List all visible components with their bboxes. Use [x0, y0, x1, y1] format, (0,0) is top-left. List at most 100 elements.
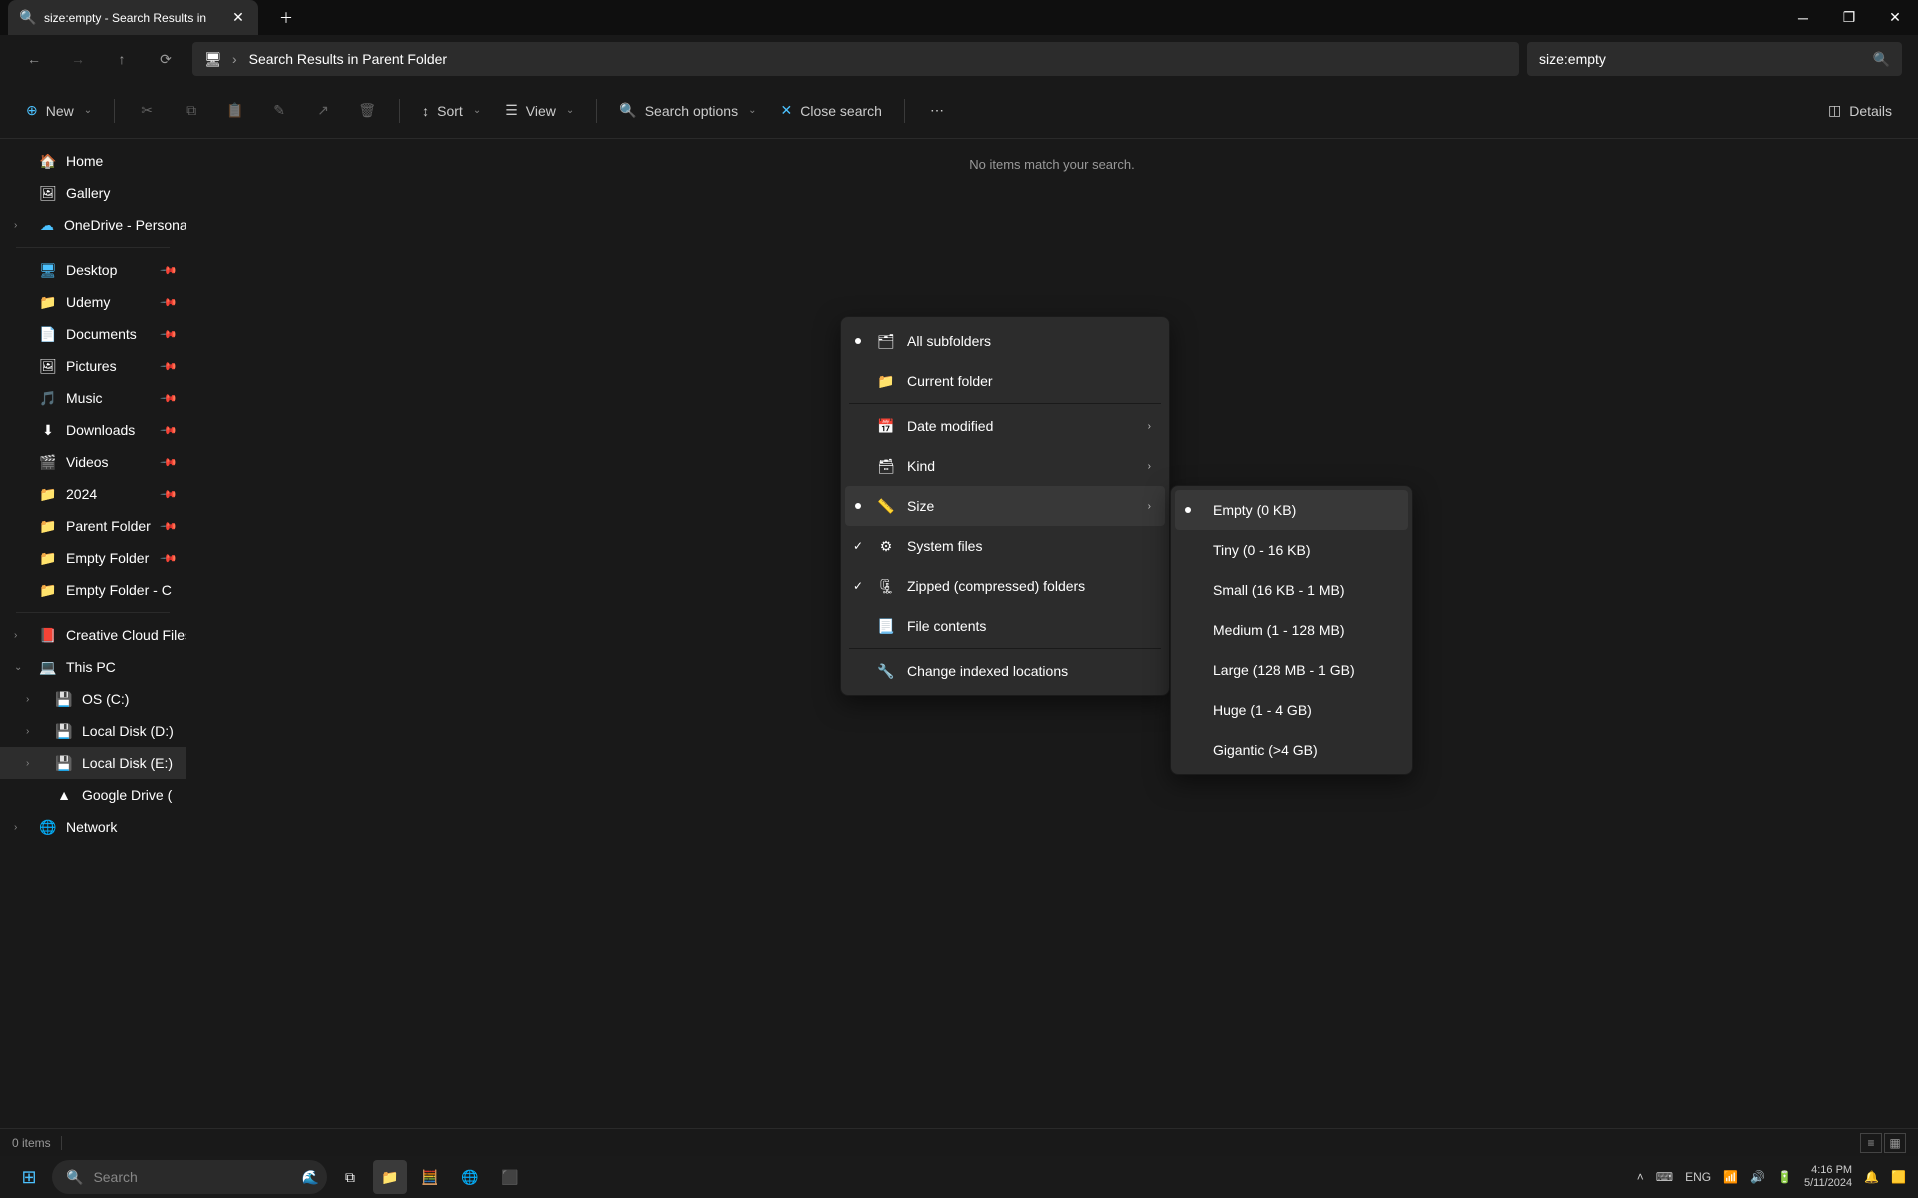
up-button[interactable]: ↑: [104, 41, 140, 77]
menu-item-size-small[interactable]: Small (16 KB - 1 MB): [1175, 570, 1408, 610]
paste-button[interactable]: 📋: [215, 93, 255, 129]
pin-icon[interactable]: 📌: [160, 389, 179, 408]
delete-button[interactable]: 🗑: [347, 93, 387, 129]
close-tab-button[interactable]: ✕: [230, 10, 246, 26]
search-box[interactable]: 🔍: [1527, 42, 1902, 76]
sidebar[interactable]: 🏠Home 🖼Gallery ›☁OneDrive - Personal 🖥De…: [0, 139, 186, 1128]
sidebar-item-local-disk-e[interactable]: ›💾Local Disk (E:): [0, 747, 186, 779]
pin-icon[interactable]: 📌: [160, 485, 179, 504]
volume-icon[interactable]: 🔊: [1750, 1170, 1765, 1184]
chevron-right-icon[interactable]: ›: [26, 726, 29, 737]
taskbar-search[interactable]: 🔍 Search 🌊: [52, 1160, 327, 1194]
battery-icon[interactable]: 🔋: [1777, 1170, 1792, 1184]
details-button[interactable]: ◫ Details: [1818, 93, 1902, 129]
minimize-button[interactable]: ─: [1780, 0, 1826, 35]
sidebar-item-desktop[interactable]: 🖥Desktop📌: [0, 254, 186, 286]
search-input[interactable]: [1539, 51, 1873, 67]
sidebar-item-this-pc[interactable]: ⌄💻This PC: [0, 651, 186, 683]
details-view-button[interactable]: ≡: [1860, 1133, 1882, 1153]
sidebar-item-parent-folder[interactable]: 📁Parent Folder📌: [0, 510, 186, 542]
more-button[interactable]: ⋯: [917, 93, 957, 129]
sidebar-item-home[interactable]: 🏠Home: [0, 145, 186, 177]
sidebar-item-gallery[interactable]: 🖼Gallery: [0, 177, 186, 209]
task-view-button[interactable]: ⧉: [333, 1160, 367, 1194]
pin-icon[interactable]: 📌: [160, 293, 179, 312]
chevron-right-icon[interactable]: ›: [14, 630, 17, 641]
chevron-right-icon[interactable]: ›: [14, 220, 17, 231]
menu-item-size-gigantic[interactable]: Gigantic (>4 GB): [1175, 730, 1408, 770]
rename-button[interactable]: ✎: [259, 93, 299, 129]
sidebar-item-documents[interactable]: 📄Documents📌: [0, 318, 186, 350]
copy-button[interactable]: ⧉: [171, 93, 211, 129]
pin-icon[interactable]: 📌: [160, 325, 179, 344]
sidebar-item-local-disk-d[interactable]: ›💾Local Disk (D:): [0, 715, 186, 747]
new-tab-button[interactable]: ＋: [270, 2, 302, 34]
search-options-button[interactable]: 🔍 Search options ⌄: [609, 93, 766, 129]
menu-item-kind[interactable]: 🗃Kind›: [845, 446, 1165, 486]
sidebar-item-2024[interactable]: 📁2024📌: [0, 478, 186, 510]
tray-chevron-icon[interactable]: ˄: [1637, 1170, 1644, 1184]
notification-icon[interactable]: 🔔: [1864, 1170, 1879, 1184]
refresh-button[interactable]: ⟳: [148, 41, 184, 77]
sort-button[interactable]: ↕ Sort ⌄: [412, 93, 491, 129]
icons-view-button[interactable]: ▦: [1884, 1133, 1906, 1153]
sidebar-item-network[interactable]: ›🌐Network: [0, 811, 186, 843]
sidebar-item-creative-cloud[interactable]: ›📕Creative Cloud Files: [0, 619, 186, 651]
calculator-taskbar-button[interactable]: 🧮: [413, 1160, 447, 1194]
terminal-taskbar-button[interactable]: ⬛: [493, 1160, 527, 1194]
cut-button[interactable]: ✂: [127, 93, 167, 129]
chevron-down-icon[interactable]: ⌄: [14, 662, 22, 673]
sidebar-item-onedrive[interactable]: ›☁OneDrive - Personal: [0, 209, 186, 241]
menu-item-size-empty[interactable]: Empty (0 KB): [1175, 490, 1408, 530]
wifi-icon[interactable]: 📶: [1723, 1170, 1738, 1184]
sidebar-item-empty-folder-c[interactable]: 📁Empty Folder - C: [0, 574, 186, 606]
menu-item-current-folder[interactable]: 📁Current folder: [845, 361, 1165, 401]
pin-icon[interactable]: 📌: [160, 517, 179, 536]
menu-item-zipped[interactable]: ✓🗜Zipped (compressed) folders: [845, 566, 1165, 606]
search-icon[interactable]: 🔍: [1873, 51, 1890, 68]
language-indicator[interactable]: ENG: [1685, 1170, 1711, 1184]
content-area[interactable]: No items match your search. 🗂All subfold…: [186, 139, 1918, 1128]
menu-item-file-contents[interactable]: 📃File contents: [845, 606, 1165, 646]
sidebar-item-videos[interactable]: 🎬Videos📌: [0, 446, 186, 478]
sidebar-item-music[interactable]: 🎵Music📌: [0, 382, 186, 414]
explorer-taskbar-button[interactable]: 📁: [373, 1160, 407, 1194]
pin-icon[interactable]: 📌: [160, 549, 179, 568]
new-button[interactable]: ⊕ New ⌄: [16, 93, 102, 129]
pin-icon[interactable]: 📌: [160, 357, 179, 376]
share-button[interactable]: ↗: [303, 93, 343, 129]
pin-icon[interactable]: 📌: [160, 261, 179, 280]
chevron-right-icon[interactable]: ›: [14, 822, 17, 833]
back-button[interactable]: ←: [16, 41, 52, 77]
address-bar[interactable]: 🖥 › Search Results in Parent Folder: [192, 42, 1519, 76]
keyboard-icon[interactable]: ⌨: [1656, 1170, 1673, 1184]
menu-item-change-indexed[interactable]: 🔧Change indexed locations: [845, 651, 1165, 691]
maximize-button[interactable]: ❐: [1826, 0, 1872, 35]
menu-item-system-files[interactable]: ✓⚙System files: [845, 526, 1165, 566]
sidebar-item-os-c[interactable]: ›💾OS (C:): [0, 683, 186, 715]
tray-app-icon[interactable]: 🟨: [1891, 1170, 1906, 1184]
clock[interactable]: 4:16 PM 5/11/2024: [1804, 1164, 1852, 1190]
forward-button[interactable]: →: [60, 41, 96, 77]
close-search-button[interactable]: ✕ Close search: [771, 93, 892, 129]
menu-item-size[interactable]: 📏Size›: [845, 486, 1165, 526]
menu-item-size-tiny[interactable]: Tiny (0 - 16 KB): [1175, 530, 1408, 570]
sidebar-item-udemy[interactable]: 📁Udemy📌: [0, 286, 186, 318]
pin-icon[interactable]: 📌: [160, 453, 179, 472]
chevron-right-icon[interactable]: ›: [26, 694, 29, 705]
chrome-taskbar-button[interactable]: 🌐: [453, 1160, 487, 1194]
view-button[interactable]: ☰ View ⌄: [495, 93, 584, 129]
chevron-right-icon[interactable]: ›: [26, 758, 29, 769]
menu-item-size-medium[interactable]: Medium (1 - 128 MB): [1175, 610, 1408, 650]
pin-icon[interactable]: 📌: [160, 421, 179, 440]
menu-item-size-huge[interactable]: Huge (1 - 4 GB): [1175, 690, 1408, 730]
sidebar-item-downloads[interactable]: ⬇Downloads📌: [0, 414, 186, 446]
start-button[interactable]: ⊞: [12, 1160, 46, 1194]
sidebar-item-google-drive[interactable]: ▲Google Drive (: [0, 779, 186, 811]
menu-item-size-large[interactable]: Large (128 MB - 1 GB): [1175, 650, 1408, 690]
sidebar-item-empty-folder[interactable]: 📁Empty Folder📌: [0, 542, 186, 574]
sidebar-item-pictures[interactable]: 🖼Pictures📌: [0, 350, 186, 382]
window-tab[interactable]: 🔍 size:empty - Search Results in ✕: [8, 0, 258, 35]
close-window-button[interactable]: ✕: [1872, 0, 1918, 35]
menu-item-date-modified[interactable]: 📅Date modified›: [845, 406, 1165, 446]
